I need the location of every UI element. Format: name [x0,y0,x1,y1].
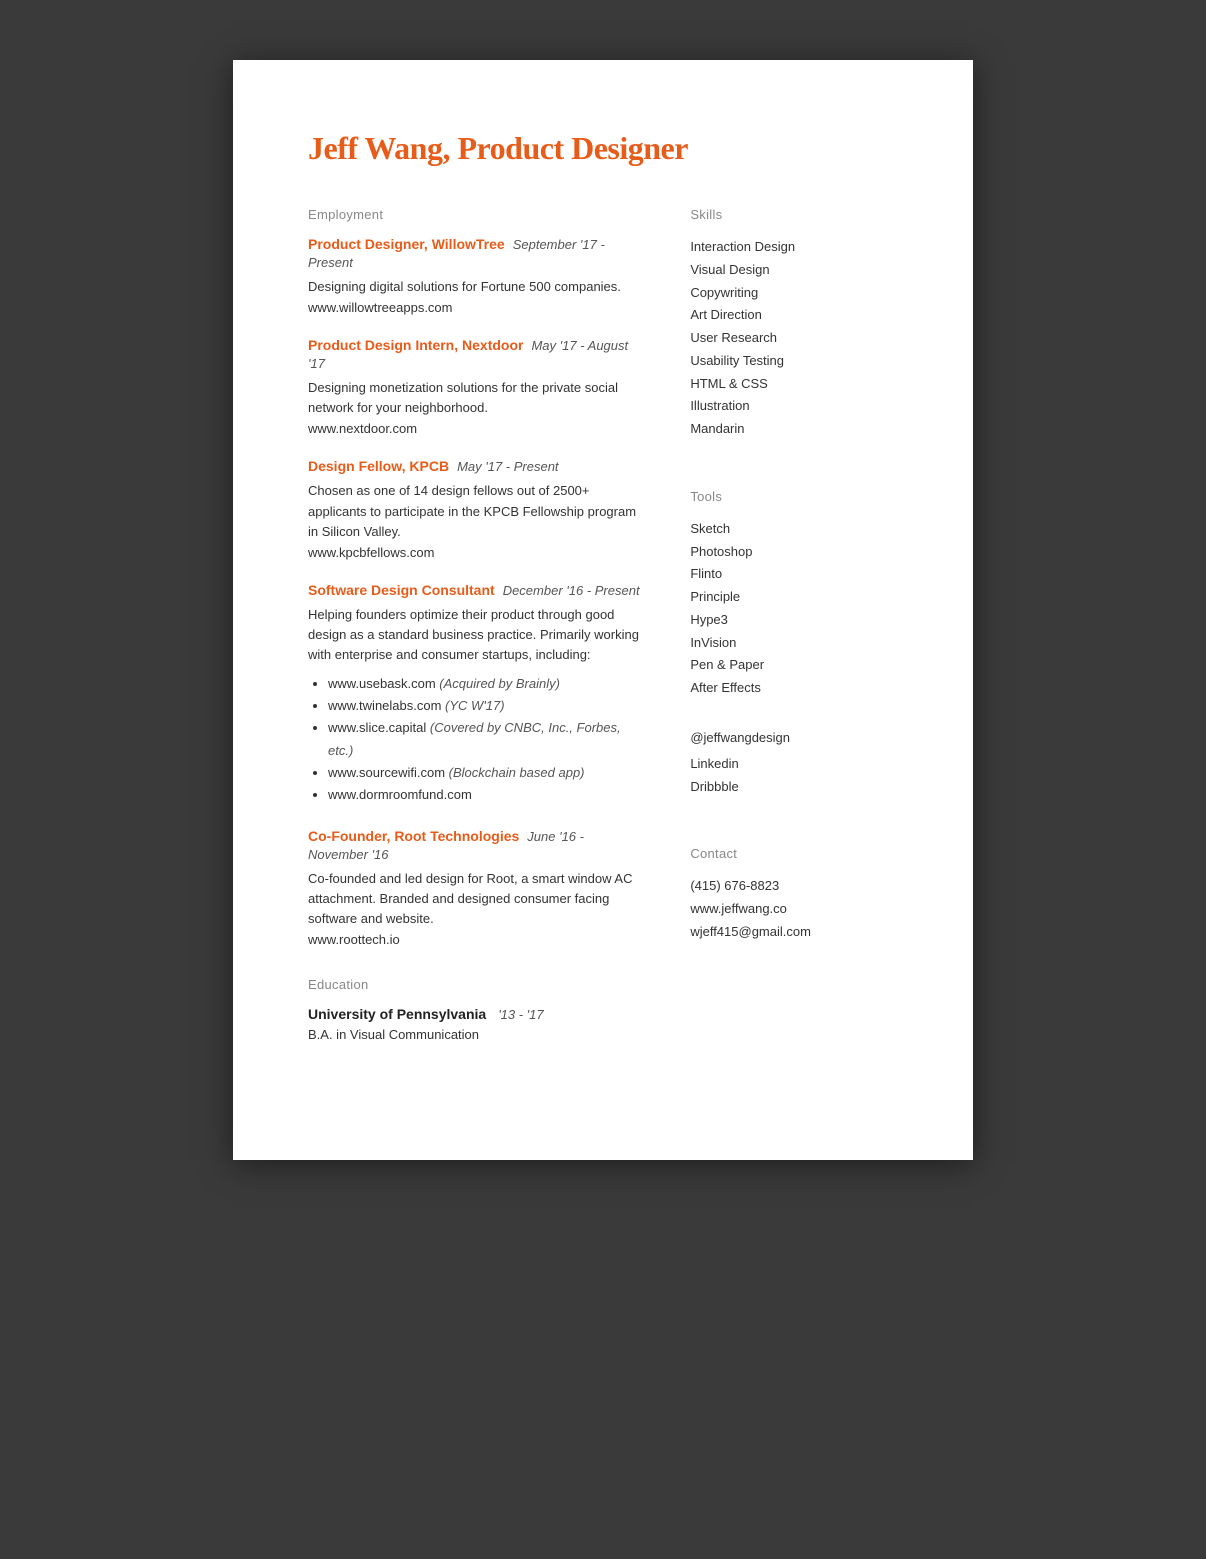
job-date: December '16 - Present [503,583,640,598]
social-list: LinkedinDribbble [690,753,898,799]
list-item: www.dormroomfund.com [328,784,640,806]
contact-list: (415) 676-8823www.jeffwang.cowjeff415@gm… [690,875,898,943]
tool-item: Pen & Paper [690,654,898,677]
tool-item: InVision [690,632,898,655]
job-title-line: Design Fellow, KPCB May '17 - Present [308,458,640,476]
job-title: Co-Founder, Root Technologies [308,828,519,844]
job-block: Product Designer, WillowTreeSeptember '1… [308,236,640,315]
employment-section-title: Employment [308,207,640,222]
job-url: www.roottech.io [308,932,640,947]
job-description: Helping founders optimize their product … [308,605,640,665]
job-title: Software Design Consultant [308,582,495,598]
university-block: University of Pennsylvania '13 - '17 B.A… [308,1006,640,1042]
university-date: '13 - '17 [498,1007,543,1022]
resume-name: Jeff Wang, Product Designer [308,130,898,167]
job-description: Designing monetization solutions for the… [308,378,640,418]
job-title-line: Product Designer, WillowTreeSeptember '1… [308,236,640,272]
job-title: Product Design Intern, Nextdoor [308,337,523,353]
job-title-line: Software Design Consultant December '16 -… [308,582,640,600]
job-description: Chosen as one of 14 design fellows out o… [308,481,640,541]
list-item: www.slice.capital (Covered by CNBC, Inc.… [328,717,640,761]
university-degree: B.A. in Visual Communication [308,1027,640,1042]
skill-item: Mandarin [690,418,898,441]
job-url-list: www.usebask.com (Acquired by Brainly)www… [308,673,640,806]
list-item: www.sourcewifi.com (Blockchain based app… [328,762,640,784]
resume-paper: Jeff Wang, Product Designer Employment P… [233,60,973,1160]
tools-list: SketchPhotoshopFlintoPrincipleHype3InVis… [690,518,898,700]
list-item: www.twinelabs.com (YC W'17) [328,695,640,717]
job-title-line: Co-Founder, Root TechnologiesJune '16 - … [308,828,640,864]
job-url: www.willowtreeapps.com [308,300,640,315]
contact-section: Contact (415) 676-8823www.jeffwang.cowje… [690,846,898,943]
job-description: Co-founded and led design for Root, a sm… [308,869,640,929]
job-date: May '17 - Present [457,459,558,474]
skill-item: HTML & CSS [690,373,898,396]
social-handle: @jeffwangdesign [690,730,898,745]
resume-body: Employment Product Designer, WillowTreeS… [308,207,898,1042]
job-block: Software Design Consultant December '16 -… [308,582,640,806]
education-section: Education University of Pennsylvania '13… [308,977,640,1042]
social-item: Linkedin [690,753,898,776]
skill-item: Interaction Design [690,236,898,259]
contact-section-title: Contact [690,846,898,861]
skills-section-title: Skills [690,207,898,222]
skill-item: Usability Testing [690,350,898,373]
skills-list: Interaction DesignVisual DesignCopywriti… [690,236,898,441]
tools-section-title: Tools [690,489,898,504]
tool-item: Flinto [690,563,898,586]
tools-section: Tools SketchPhotoshopFlintoPrincipleHype… [690,489,898,700]
skill-item: Illustration [690,395,898,418]
skill-item: Visual Design [690,259,898,282]
tool-item: Photoshop [690,541,898,564]
skill-item: Art Direction [690,304,898,327]
job-block: Co-Founder, Root TechnologiesJune '16 - … [308,828,640,947]
tool-item: Hype3 [690,609,898,632]
tool-item: Sketch [690,518,898,541]
university-name: University of Pennsylvania [308,1006,486,1022]
tool-item: After Effects [690,677,898,700]
social-item: Dribbble [690,776,898,799]
skill-item: User Research [690,327,898,350]
social-section: @jeffwangdesign LinkedinDribbble [690,730,898,799]
contact-item: www.jeffwang.co [690,898,898,921]
job-url: www.nextdoor.com [308,421,640,436]
contact-item: wjeff415@gmail.com [690,921,898,944]
job-block: Product Design Intern, NextdoorMay '17 -… [308,337,640,436]
job-title: Design Fellow, KPCB [308,458,449,474]
right-column: Skills Interaction DesignVisual DesignCo… [680,207,898,1042]
jobs-container: Product Designer, WillowTreeSeptember '1… [308,236,640,947]
tool-item: Principle [690,586,898,609]
list-item: www.usebask.com (Acquired by Brainly) [328,673,640,695]
job-description: Designing digital solutions for Fortune … [308,277,640,297]
contact-item: (415) 676-8823 [690,875,898,898]
resume-header: Jeff Wang, Product Designer [308,130,898,167]
education-section-title: Education [308,977,640,992]
job-url: www.kpcbfellows.com [308,545,640,560]
job-block: Design Fellow, KPCB May '17 - Present Chos… [308,458,640,559]
skill-item: Copywriting [690,282,898,305]
left-column: Employment Product Designer, WillowTreeS… [308,207,640,1042]
job-title: Product Designer, WillowTree [308,236,505,252]
job-title-line: Product Design Intern, NextdoorMay '17 -… [308,337,640,373]
